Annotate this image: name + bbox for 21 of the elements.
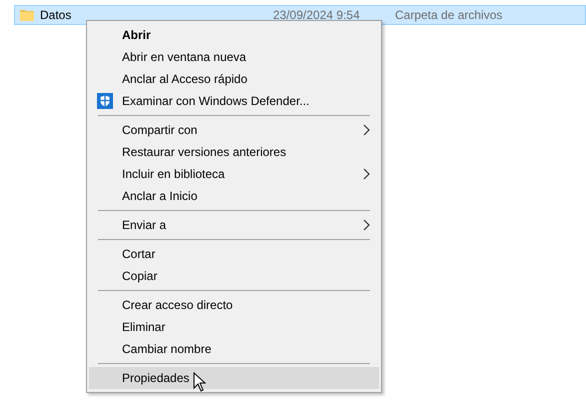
folder-icon [19, 7, 35, 23]
menu-item[interactable]: Propiedades [89, 367, 379, 389]
mouse-pointer-icon [193, 372, 206, 392]
file-type: Carpeta de archivos [395, 8, 502, 22]
menu-item[interactable]: Restaurar versiones anteriores [89, 141, 379, 163]
menu-item[interactable]: Cambiar nombre [89, 338, 379, 360]
menu-item[interactable]: Copiar [89, 265, 379, 287]
shield-icon [97, 93, 113, 109]
menu-item[interactable]: Abrir en ventana nueva [89, 46, 379, 68]
file-date: 23/09/2024 9:54 [273, 8, 361, 22]
menu-item[interactable]: Abrir [89, 24, 379, 46]
menu-item[interactable]: Eliminar [89, 316, 379, 338]
menu-item[interactable]: Compartir con [89, 119, 379, 141]
menu-item[interactable]: Crear acceso directo [89, 294, 379, 316]
menu-item[interactable]: Anclar al Acceso rápido [89, 68, 379, 90]
menu-item[interactable]: Cortar [89, 243, 379, 265]
menu-item[interactable]: Anclar a Inicio [89, 185, 379, 207]
file-name: Datos [40, 8, 72, 22]
menu-item[interactable]: Enviar a [89, 214, 379, 236]
menu-item[interactable]: Examinar con Windows Defender... [89, 90, 379, 112]
menu-item[interactable]: Incluir en biblioteca [89, 163, 379, 185]
